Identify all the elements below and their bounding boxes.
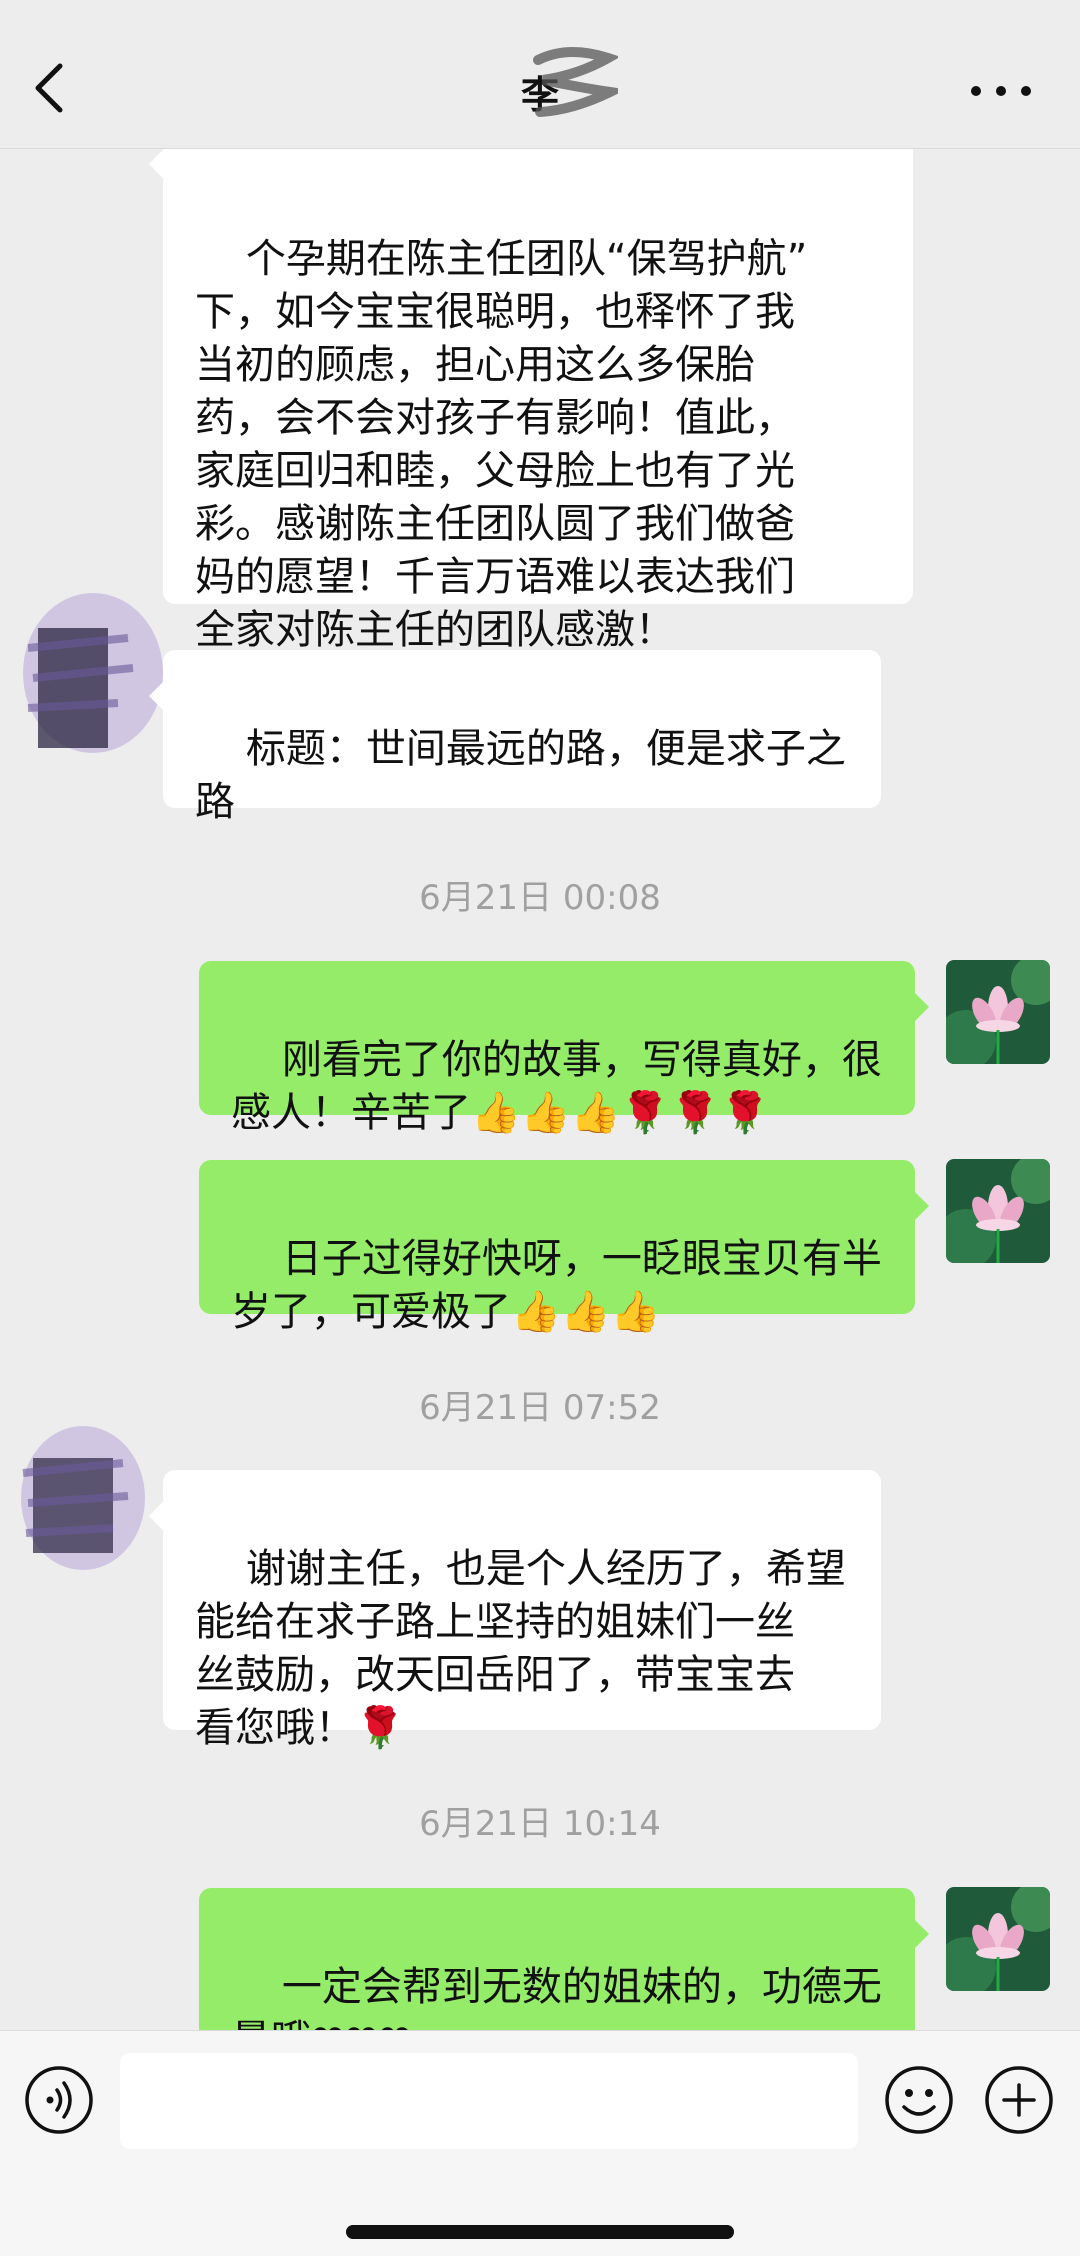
message-text: 个孕期在陈主任团队“保驾护航” 下，如今宝宝很聪明，也释怀了我 当初的顾虑，担心… [195, 236, 808, 653]
name-redaction-scribble [533, 46, 618, 117]
outgoing-message[interactable]: 刚看完了你的故事，写得真好，很 感人！辛苦了👍👍👍🌹🌹🌹 [199, 961, 929, 1136]
chat-message-list[interactable]: 个孕期在陈主任团队“保驾护航” 下，如今宝宝很聪明，也释怀了我 当初的顾虑，担心… [0, 148, 1080, 2030]
lotus-avatar-image [946, 1159, 1050, 1263]
timestamp: 6月21日 07:52 [419, 1388, 661, 1428]
outgoing-message[interactable]: 一定会帮到无数的姐妹的，功德无 量哦❤❤❤ [199, 1888, 929, 2030]
input-bar [0, 2030, 1080, 2256]
plus-icon [985, 2066, 1053, 2134]
user-avatar[interactable] [946, 1159, 1050, 1263]
top-nav-bar: 李 [0, 0, 1080, 149]
emoji-button[interactable] [884, 2065, 954, 2135]
message-text: 谢谢主任，也是个人经历了，希望 能给在求子路上坚持的姐妹们一丝 丝鼓励，改天回岳… [195, 1546, 846, 1751]
timestamp: 6月21日 00:08 [419, 878, 661, 918]
lotus-avatar-image [946, 1887, 1050, 1991]
incoming-message[interactable]: 个孕期在陈主任团队“保驾护航” 下，如今宝宝很聪明，也释怀了我 当初的顾虑，担心… [149, 148, 913, 653]
message-text: 标题：世间最远的路，便是求子之 路 [195, 726, 846, 825]
more-functions-button[interactable] [984, 2065, 1054, 2135]
voice-icon [25, 2066, 93, 2134]
user-avatar[interactable] [946, 960, 1050, 1064]
home-indicator[interactable] [346, 2225, 734, 2239]
outgoing-message[interactable]: 日子过得好快呀，一眨眼宝贝有半 岁了，可爱极了👍👍👍 [199, 1160, 929, 1335]
incoming-message[interactable]: 谢谢主任，也是个人经历了，希望 能给在求子路上坚持的姐妹们一丝 丝鼓励，改天回岳… [149, 1470, 881, 1751]
message-input[interactable] [120, 2053, 858, 2149]
user-avatar[interactable] [946, 1887, 1050, 1991]
incoming-message[interactable]: 标题：世间最远的路，便是求子之 路 [149, 650, 881, 825]
emoji-icon [885, 2066, 953, 2134]
contact-avatar[interactable] [8, 588, 168, 768]
more-dots-icon [971, 86, 1031, 96]
timestamp: 6月21日 10:14 [419, 1804, 661, 1844]
contact-avatar[interactable] [8, 1418, 148, 1578]
message-text: 刚看完了你的故事，写得真好，很 感人！辛苦了👍👍👍🌹🌹🌹 [231, 1037, 882, 1136]
more-button[interactable] [966, 74, 1036, 108]
message-text: 一定会帮到无数的姐妹的，功德无 量哦❤❤❤ [231, 1964, 882, 2030]
voice-button[interactable] [24, 2065, 94, 2135]
message-text: 日子过得好快呀，一眨眼宝贝有半 岁了，可爱极了👍👍👍 [231, 1236, 882, 1335]
lotus-avatar-image [946, 960, 1050, 1064]
